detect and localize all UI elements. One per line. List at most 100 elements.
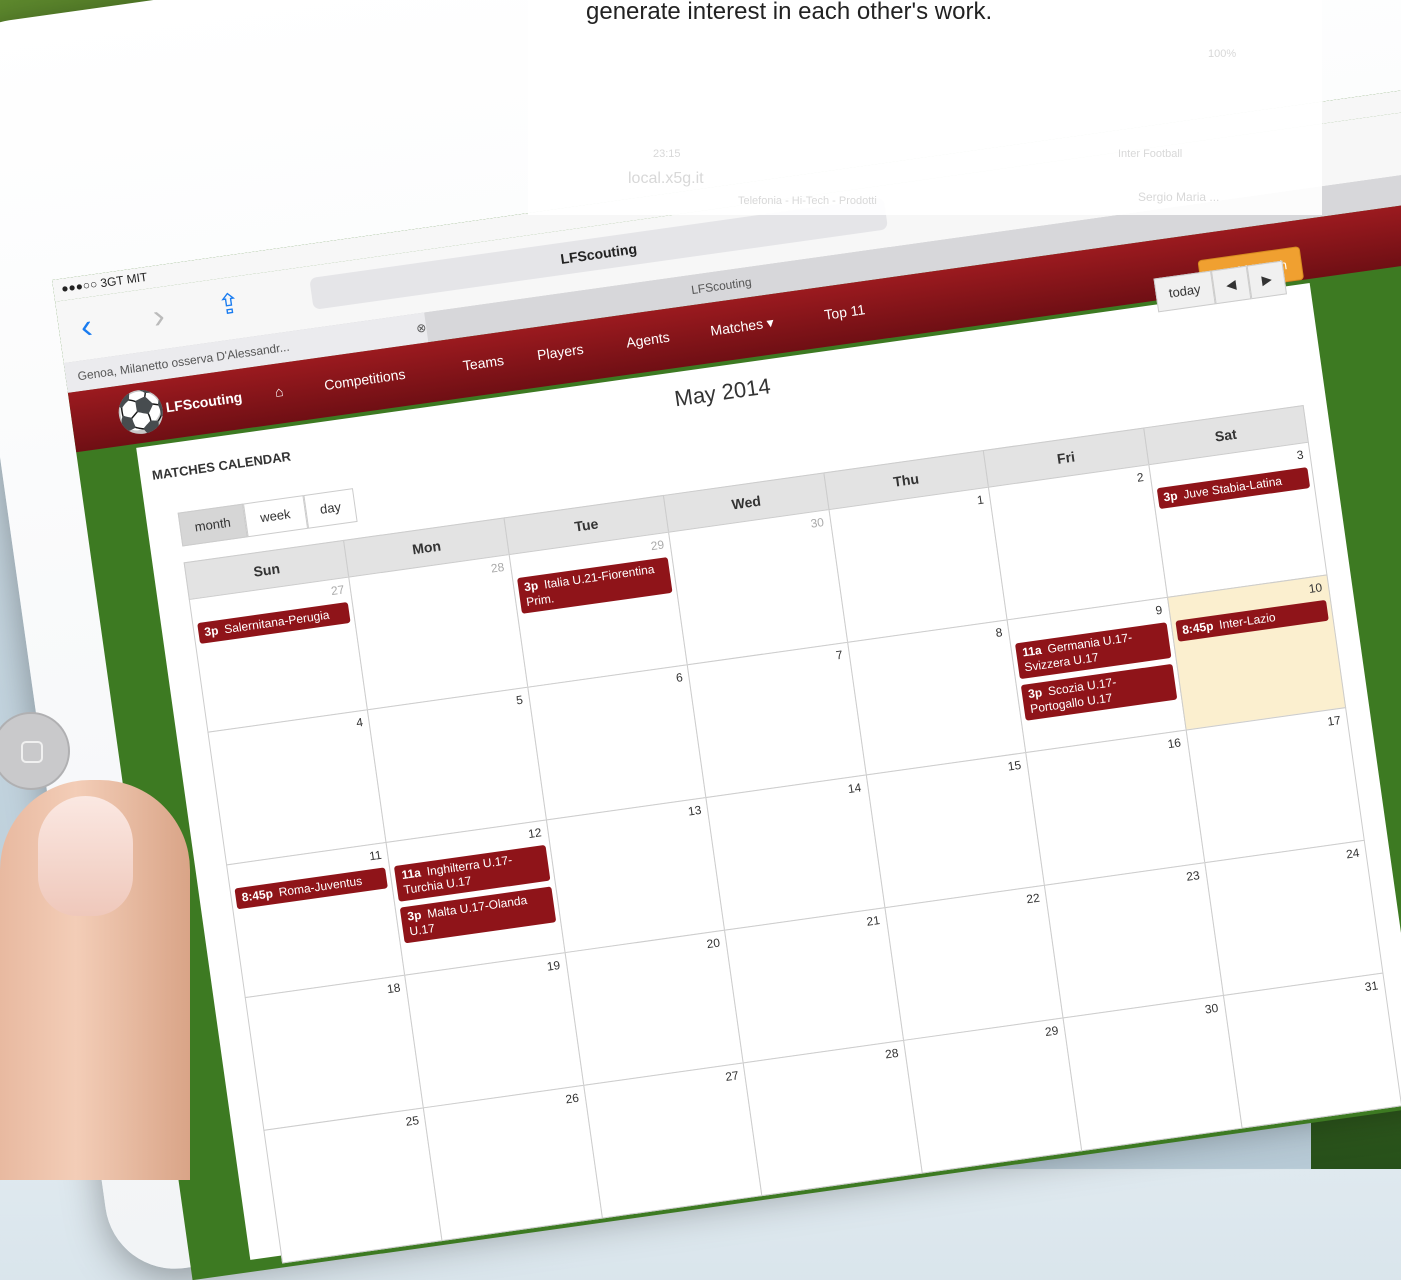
- nav-item-competitions[interactable]: Competitions: [323, 366, 406, 393]
- day-cell[interactable]: 5: [367, 686, 547, 843]
- day-cell[interactable]: 27: [583, 1062, 763, 1219]
- match-event[interactable]: 8:45p Inter-Lazio: [1174, 599, 1329, 642]
- day-cell[interactable]: 13: [545, 796, 726, 954]
- day-cell[interactable]: 14: [705, 774, 886, 931]
- day-cell[interactable]: 17: [1185, 707, 1365, 864]
- day-cell[interactable]: 3 3p Juve Stabia-Latina: [1147, 441, 1328, 598]
- day-cell[interactable]: 29 3p Italia U.21-Fiorentina Prim.: [508, 531, 689, 688]
- event-title: Malta U.17-Olanda U.17: [408, 892, 529, 939]
- day-number: 3: [1295, 447, 1305, 463]
- day-number: 10: [1307, 580, 1324, 597]
- day-number: 6: [675, 670, 684, 685]
- day-number: 27: [724, 1068, 740, 1084]
- day-cell[interactable]: 9 11a Germania U.17-Svizzera U.17 3p Scozia …: [1006, 596, 1187, 754]
- day-cell[interactable]: 4: [207, 709, 388, 866]
- view-week-button[interactable]: week: [243, 495, 308, 538]
- day-cell[interactable]: 12 11a Inghilterra U.17-Turchia U.17 3p Malt…: [385, 819, 566, 976]
- day-number: 1: [976, 492, 985, 508]
- day-cell[interactable]: 30: [1062, 994, 1243, 1152]
- day-number: 31: [1363, 978, 1379, 995]
- next-icon[interactable]: ▶: [1246, 260, 1288, 300]
- day-cell[interactable]: 30: [668, 509, 848, 666]
- day-cell[interactable]: 8: [846, 619, 1027, 776]
- back-icon[interactable]: ‹: [78, 307, 95, 347]
- calendar-grid: Sun Mon Tue Wed Thu Fri Sat 27 3p Salernitana-Pe…: [183, 405, 1401, 1264]
- day-number: 11: [368, 847, 383, 864]
- day-cell[interactable]: 20: [564, 929, 745, 1086]
- nav-item-players[interactable]: Players: [536, 341, 584, 363]
- day-cell[interactable]: 22: [884, 884, 1064, 1041]
- nav-item-matches[interactable]: Matches ▾: [709, 314, 775, 340]
- day-number: 25: [404, 1113, 420, 1129]
- today-button[interactable]: today: [1153, 270, 1216, 313]
- day-cell[interactable]: 16: [1025, 729, 1205, 886]
- event-time: 3p: [406, 907, 423, 924]
- day-cell[interactable]: 7: [686, 641, 867, 799]
- match-event[interactable]: 3p Salernitana-Perugia: [197, 601, 352, 644]
- day-number: 5: [515, 692, 524, 708]
- day-cell[interactable]: 24: [1203, 839, 1384, 997]
- fingernail-image: [38, 796, 133, 916]
- day-number: 27: [330, 582, 346, 599]
- prev-icon[interactable]: ◀: [1210, 265, 1252, 305]
- day-number: 29: [1044, 1023, 1060, 1040]
- nav-item-teams[interactable]: Teams: [462, 352, 505, 374]
- match-event[interactable]: 3p Italia U.21-Fiorentina Prim.: [516, 556, 673, 614]
- day-cell[interactable]: 31: [1222, 972, 1401, 1129]
- day-number: 29: [649, 537, 665, 554]
- home-icon[interactable]: ⌂: [274, 383, 285, 400]
- day-cell[interactable]: 10 8:45p Inter-Lazio: [1166, 574, 1347, 731]
- event-time: 11a: [1021, 642, 1043, 660]
- day-number: 9: [1154, 602, 1164, 618]
- day-cell[interactable]: 1: [828, 486, 1008, 643]
- day-cell[interactable]: 25: [263, 1107, 443, 1264]
- day-cell[interactable]: 27 3p Salernitana-Perugia: [188, 576, 369, 733]
- faint-tab: Inter Football: [1118, 148, 1183, 160]
- view-switcher: month week day: [177, 488, 359, 547]
- day-cell[interactable]: 2: [987, 464, 1168, 621]
- day-number: 28: [884, 1045, 900, 1062]
- day-number: 14: [846, 780, 863, 797]
- brand-label[interactable]: LFScouting: [165, 389, 243, 416]
- match-event[interactable]: 8:45p Roma-Juventus: [234, 867, 389, 910]
- event-title: Juve Stabia-Latina: [1182, 473, 1283, 502]
- day-number: 30: [809, 514, 825, 531]
- day-number: 16: [1166, 735, 1182, 752]
- day-number: 17: [1326, 712, 1342, 729]
- day-cell[interactable]: 28: [742, 1039, 923, 1197]
- share-icon[interactable]: ⇪: [215, 286, 243, 322]
- day-number: 26: [564, 1090, 580, 1107]
- section-title: MATCHES CALENDAR: [151, 448, 292, 483]
- day-cell[interactable]: 11 8:45p Roma-Juventus: [226, 841, 406, 999]
- event-title: Roma-Juventus: [277, 873, 363, 900]
- event-time: 11a: [400, 865, 422, 883]
- event-time: 3p: [203, 623, 220, 640]
- day-cell[interactable]: 21: [724, 907, 904, 1064]
- player-logo-icon: ⚽: [113, 387, 169, 439]
- battery-label: 100%: [1208, 48, 1237, 60]
- faint-time: 23:15: [653, 148, 681, 160]
- nav-item-top11[interactable]: Top 11: [823, 301, 866, 323]
- day-number: 24: [1345, 845, 1361, 862]
- forward-icon[interactable]: ›: [151, 297, 168, 337]
- event-title: Salernitana-Perugia: [223, 607, 331, 637]
- day-cell[interactable]: 15: [865, 751, 1046, 909]
- view-day-button[interactable]: day: [302, 488, 359, 529]
- day-cell[interactable]: 19: [404, 952, 585, 1109]
- event-time: 8:45p: [1181, 618, 1215, 638]
- nav-item-agents[interactable]: Agents: [625, 329, 670, 351]
- caption-overlay: generate interest in each other's work. …: [528, 0, 1322, 215]
- day-cell[interactable]: 6: [527, 664, 707, 821]
- view-month-button[interactable]: month: [177, 503, 248, 547]
- day-number: 8: [994, 625, 1004, 641]
- day-cell[interactable]: 29: [902, 1017, 1083, 1174]
- day-cell[interactable]: 18: [244, 974, 425, 1131]
- match-event[interactable]: 3p Juve Stabia-Latina: [1156, 467, 1311, 510]
- close-tab-icon[interactable]: ⊗: [402, 311, 440, 345]
- month-label: May 2014: [672, 373, 773, 412]
- day-cell[interactable]: 23: [1043, 862, 1224, 1019]
- calendar-panel: MATCHES CALENDAR May 2014 month week day…: [136, 260, 1401, 1264]
- day-cell[interactable]: 28: [348, 554, 529, 711]
- day-cell[interactable]: 26: [423, 1084, 603, 1242]
- event-title: Inter-Lazio: [1218, 610, 1277, 632]
